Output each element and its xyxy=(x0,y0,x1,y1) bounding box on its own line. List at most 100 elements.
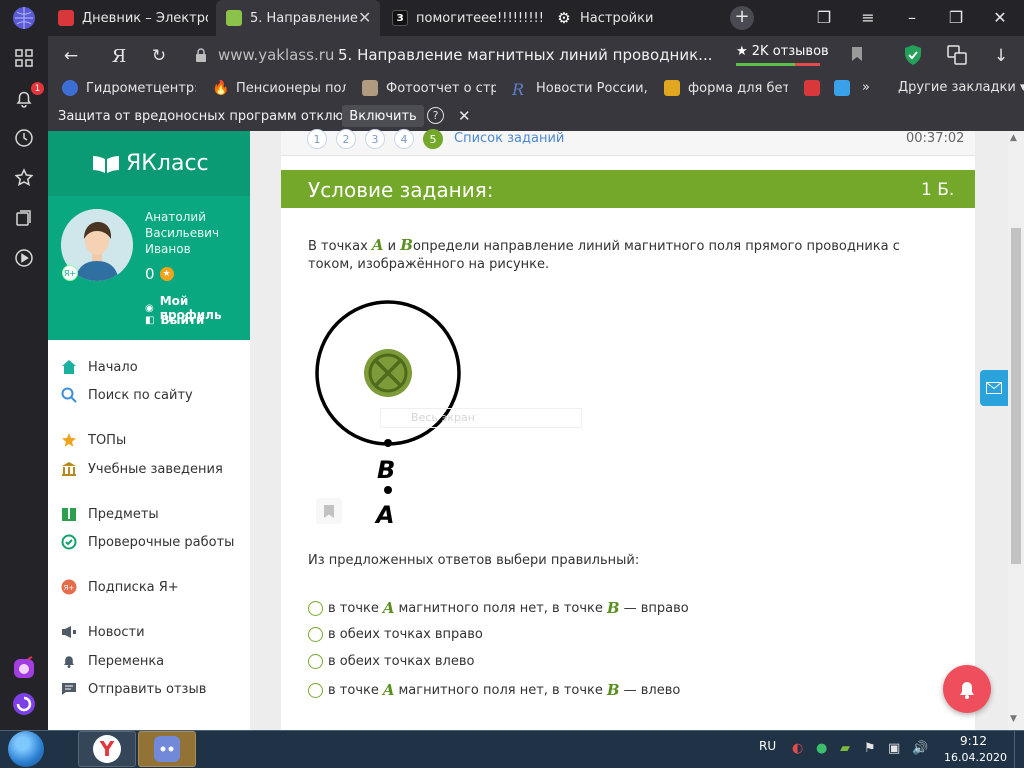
radio-button[interactable] xyxy=(308,654,323,669)
nav-item-subscription[interactable]: Я+ Подписка Я+ xyxy=(60,578,179,596)
alice-messenger-icon[interactable] xyxy=(12,656,36,680)
var-a: A xyxy=(371,236,384,254)
bookmark-item[interactable]: 🔥 Пенсионеры полу xyxy=(212,80,346,96)
reviews-badge[interactable]: ★ 2K отзывов xyxy=(736,44,829,66)
answer-option-3[interactable]: в обеих точках влево xyxy=(308,654,474,669)
answer-option-1[interactable]: в точке A магнитного поля нет, в точке B… xyxy=(308,599,689,617)
windows-start-button[interactable] xyxy=(8,731,44,767)
browser-menu-icon[interactable] xyxy=(12,6,36,30)
scroll-down-icon[interactable]: ▼ xyxy=(1010,714,1017,724)
tray-nvidia-icon[interactable]: ▰ xyxy=(840,741,850,756)
option-text: магнитного поля нет, в точке xyxy=(398,600,603,616)
nav-item-subjects[interactable]: Предметы xyxy=(60,505,159,523)
nav-item-tests[interactable]: Проверочные работы xyxy=(60,533,234,551)
book-icon xyxy=(60,505,78,523)
tray-volume-icon[interactable]: 🔊 xyxy=(912,741,928,756)
nav-item-break[interactable]: Переменка xyxy=(60,652,164,670)
other-bookmarks-button[interactable]: Другие закладки ▾ xyxy=(898,80,1024,95)
yaklass-logo[interactable]: ЯКласс xyxy=(92,151,209,176)
logout-icon: ◧ xyxy=(145,314,155,326)
bookmark-page-icon[interactable] xyxy=(846,46,868,67)
logout-link[interactable]: ◧ Выйти xyxy=(145,313,204,327)
alice-voice-icon[interactable] xyxy=(12,692,36,716)
bookmark-item[interactable]: Гидрометцентр: С xyxy=(62,80,196,96)
history-clock-icon[interactable] xyxy=(12,126,36,150)
new-tab-icon[interactable]: + xyxy=(730,6,754,30)
radio-button[interactable] xyxy=(308,682,323,698)
taskbar-yandex-browser[interactable]: Y xyxy=(78,731,136,767)
close-window-icon[interactable]: ✕ xyxy=(990,8,1010,27)
collections-icon[interactable] xyxy=(12,206,36,230)
page-title-text[interactable]: 5. Направление магнитных линий проводник… xyxy=(338,46,712,64)
reload-icon[interactable]: ↻ xyxy=(148,46,170,66)
step-4[interactable]: 4 xyxy=(394,129,414,149)
minimize-icon[interactable]: – xyxy=(902,8,922,27)
bookmarks-overflow-icon[interactable]: » xyxy=(862,80,870,95)
download-icon[interactable]: ↓ xyxy=(990,46,1012,66)
tab-yaklass[interactable]: 5. Направление м xyxy=(216,0,380,36)
tabs-collection-icon[interactable]: ❐ xyxy=(814,8,834,27)
tray-flag-icon[interactable]: ⚑ xyxy=(864,741,876,756)
taskbar-discord[interactable] xyxy=(138,731,196,767)
back-arrow-icon[interactable]: ← xyxy=(60,46,82,66)
tab-pomogite[interactable]: З помогитеее!!!!!!!!!!!!!! xyxy=(392,0,542,36)
clock-time[interactable]: 9:12 xyxy=(960,734,987,748)
answer-option-2[interactable]: в обеих точках вправо xyxy=(308,627,483,642)
media-play-icon[interactable] xyxy=(12,246,36,270)
user-name[interactable]: Анатолий Васильевич Иванов xyxy=(145,209,245,257)
bookmark-dnevnik-icon[interactable] xyxy=(804,80,820,96)
fullscreen-hint[interactable]: Весь экран xyxy=(380,408,582,428)
nav-item-home[interactable]: Начало xyxy=(60,358,138,376)
menu-hamburger-icon[interactable]: ≡ xyxy=(858,8,878,27)
bookmarks-star-icon[interactable] xyxy=(12,166,36,190)
bookmark-item[interactable]: Фотоотчет о строи xyxy=(362,80,496,96)
tab-close-icon[interactable]: ✕ xyxy=(358,8,371,27)
yandex-home-icon[interactable]: Я xyxy=(108,46,130,67)
nav-item-feedback[interactable]: Отправить отзыв xyxy=(60,680,206,698)
translate-icon[interactable] xyxy=(946,44,968,71)
radio-button[interactable] xyxy=(308,600,323,616)
yaklass-favicon-icon xyxy=(226,10,242,26)
bookmark-item[interactable]: R Новости России, С xyxy=(512,80,648,96)
lock-icon[interactable] xyxy=(190,48,212,66)
apps-grid-icon[interactable] xyxy=(12,46,36,70)
input-language[interactable]: RU xyxy=(759,739,776,753)
protect-shield-icon[interactable] xyxy=(902,44,924,71)
home-icon xyxy=(60,358,78,376)
nav-item-news[interactable]: Новости xyxy=(60,623,145,641)
scrollbar-thumb[interactable] xyxy=(1011,228,1021,564)
tab-dnevnik[interactable]: Дневник – Электро xyxy=(58,0,208,36)
show-desktop-button[interactable] xyxy=(1014,731,1024,768)
choose-answer-prompt: Из предложенных ответов выбери правильны… xyxy=(308,553,640,568)
enable-protection-button[interactable]: Включить xyxy=(342,105,424,127)
task-list-link[interactable]: Список заданий xyxy=(454,131,564,146)
step-3[interactable]: 3 xyxy=(365,129,385,149)
bell-icon xyxy=(60,652,78,670)
notifications-bell-button[interactable] xyxy=(943,665,991,713)
close-infobar-icon[interactable]: ✕ xyxy=(458,107,471,125)
clock-date[interactable]: 16.04.2020 xyxy=(944,751,1007,764)
scroll-up-icon[interactable]: ▲ xyxy=(1010,133,1017,143)
bookmark-blue-icon[interactable] xyxy=(834,80,850,96)
tray-device-icon[interactable]: ▣ xyxy=(888,741,900,756)
step-1[interactable]: 1 xyxy=(307,129,327,149)
answer-option-4[interactable]: в точке A магнитного поля нет, в точке B… xyxy=(308,681,680,699)
tray-green-icon[interactable]: ● xyxy=(816,741,827,756)
user-icon: ◉ xyxy=(145,302,154,314)
save-task-bookmark-icon[interactable] xyxy=(316,498,342,524)
radio-button[interactable] xyxy=(308,627,323,642)
figure-label-a: A xyxy=(376,501,395,529)
tray-antivirus-icon[interactable]: ◐ xyxy=(792,741,803,756)
nav-item-search[interactable]: Поиск по сайту xyxy=(60,386,193,404)
svg-text:Я+: Я+ xyxy=(64,584,75,592)
help-icon[interactable]: ? xyxy=(427,107,444,124)
url-text[interactable]: www.yaklass.ru xyxy=(218,46,334,64)
tab-settings[interactable]: ⚙ Настройки xyxy=(556,0,706,36)
step-2[interactable]: 2 xyxy=(336,129,356,149)
mail-feedback-icon[interactable] xyxy=(980,370,1008,406)
bookmark-item[interactable]: форма для бето xyxy=(664,80,788,96)
step-5-current[interactable]: 5 xyxy=(423,129,443,149)
nav-item-schools[interactable]: Учебные заведения xyxy=(60,460,223,478)
nav-item-tops[interactable]: ТОПы xyxy=(60,431,126,449)
restore-icon[interactable]: ❐ xyxy=(946,8,966,27)
